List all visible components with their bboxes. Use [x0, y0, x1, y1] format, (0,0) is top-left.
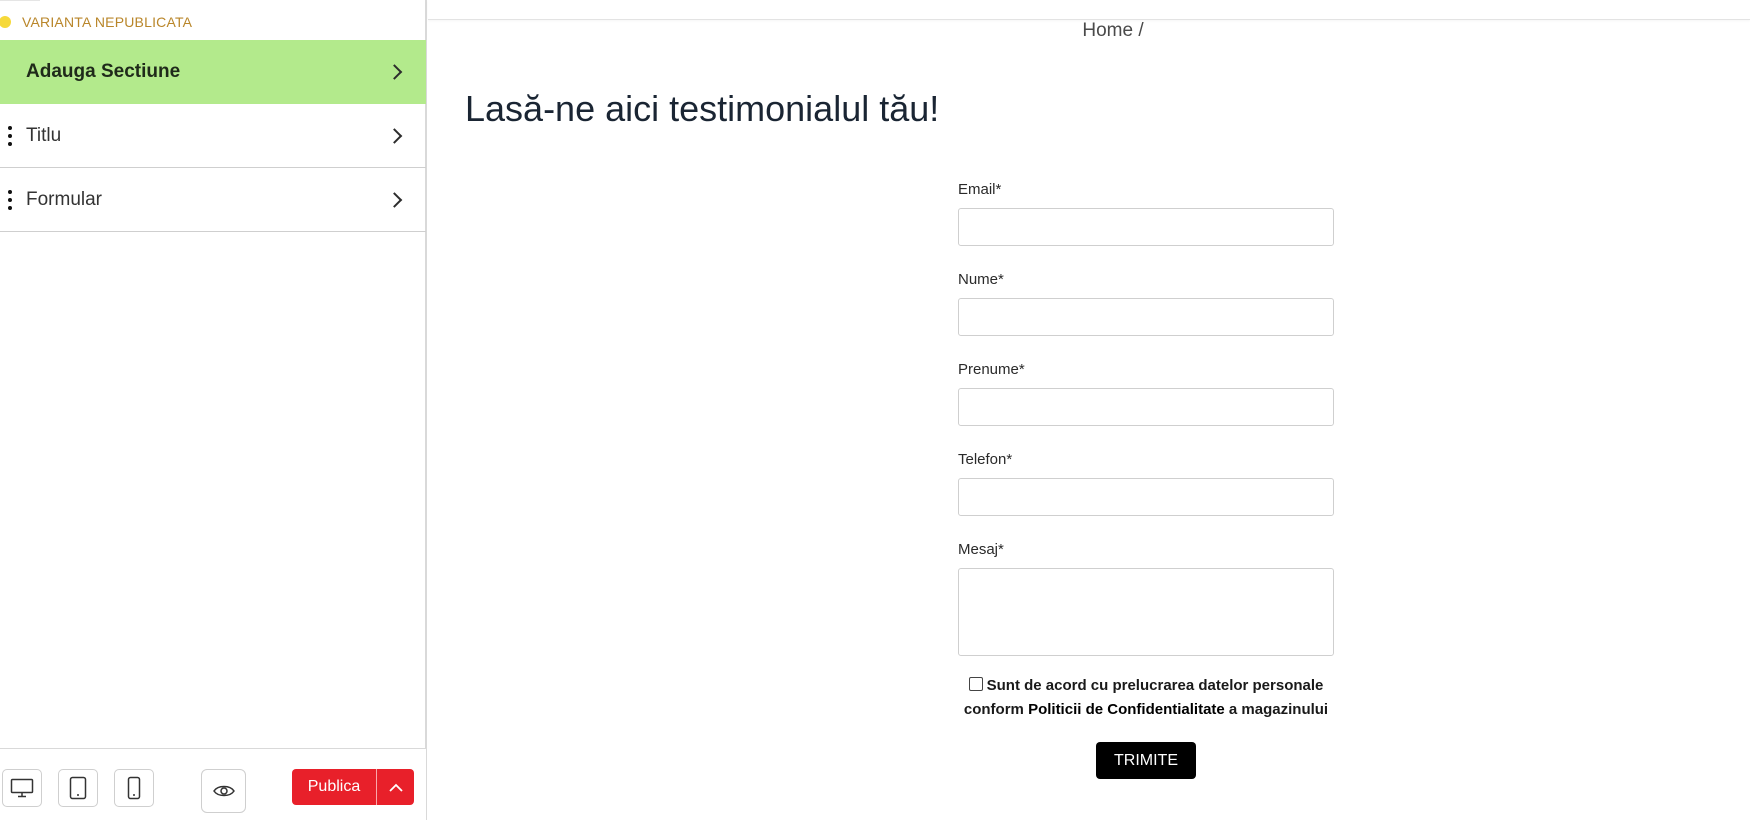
sidebar-item-titlu[interactable]: Titlu	[0, 104, 426, 168]
chevron-right-icon	[386, 127, 403, 144]
publish-button[interactable]: Publica	[292, 769, 376, 805]
tablet-view-button[interactable]	[58, 769, 98, 807]
status-label: VARIANTA NEPUBLICATA	[22, 14, 193, 30]
desktop-icon	[10, 778, 34, 798]
chevron-up-icon	[388, 783, 403, 792]
consent-row: Sunt de acord cu prelucrarea datelor per…	[954, 674, 1338, 722]
telefon-field-group: Telefon*	[958, 450, 1334, 516]
consent-text-end: a magazinului	[1224, 701, 1329, 718]
breadcrumb-separator: /	[1138, 20, 1144, 41]
status-dot-icon	[0, 16, 11, 28]
mobile-view-button[interactable]	[114, 769, 154, 807]
prenume-field[interactable]	[958, 388, 1334, 426]
add-section-label: Adauga Sectiune	[26, 61, 181, 82]
tablet-icon	[69, 776, 87, 800]
add-section-button[interactable]: Adauga Sectiune	[0, 40, 426, 104]
email-field[interactable]	[958, 208, 1334, 246]
submit-button[interactable]: TRIMITE	[1096, 742, 1196, 779]
sidebar-item-label: Formular	[26, 188, 103, 210]
desktop-view-button[interactable]	[2, 769, 42, 807]
mesaj-field[interactable]	[958, 568, 1334, 656]
telefon-label: Telefon*	[958, 451, 1013, 468]
publish-options-button[interactable]	[376, 769, 414, 805]
nume-field-group: Nume*	[958, 270, 1334, 336]
telefon-field[interactable]	[958, 478, 1334, 516]
page-title: Lasă-ne aici testimonialul tău!	[465, 88, 940, 129]
sidebar-footer: Publica	[0, 748, 426, 820]
email-label: Email*	[958, 181, 1002, 198]
testimonial-form: Email* Nume* Prenume* Telefon* Mesaj*	[958, 180, 1334, 680]
mesaj-label: Mesaj*	[958, 541, 1004, 558]
breadcrumb: Home /	[1082, 20, 1143, 42]
chevron-right-icon	[386, 191, 403, 208]
eye-icon	[212, 785, 235, 797]
nume-field[interactable]	[958, 298, 1334, 336]
prenume-field-group: Prenume*	[958, 360, 1334, 426]
nume-label: Nume*	[958, 271, 1004, 288]
publish-group: Publica	[292, 769, 414, 805]
sidebar-item-label: Titlu	[26, 124, 62, 146]
consent-checkbox[interactable]	[968, 677, 983, 691]
editor-sidebar: VARIANTA NEPUBLICATA Adauga Sectiune Tit…	[0, 0, 427, 820]
drag-handle-icon[interactable]	[7, 189, 13, 210]
preview-header-divider	[428, 0, 1750, 20]
email-field-group: Email*	[958, 180, 1334, 246]
chevron-right-icon	[386, 64, 403, 80]
drag-handle-icon[interactable]	[7, 125, 13, 146]
sidebar-item-formular[interactable]: Formular	[0, 168, 426, 232]
mesaj-field-group: Mesaj*	[958, 540, 1334, 656]
page-preview: Home / Lasă-ne aici testimonialul tău! E…	[428, 0, 1750, 820]
prenume-label: Prenume*	[958, 361, 1025, 378]
privacy-policy-link[interactable]: Politicii de Confidentialitate	[1028, 701, 1225, 718]
breadcrumb-home-link[interactable]: Home	[1082, 20, 1133, 41]
publish-status: VARIANTA NEPUBLICATA	[0, 10, 192, 34]
preview-button[interactable]	[201, 769, 246, 813]
sidebar-top-divider	[0, 0, 40, 3]
mobile-icon	[127, 776, 141, 800]
